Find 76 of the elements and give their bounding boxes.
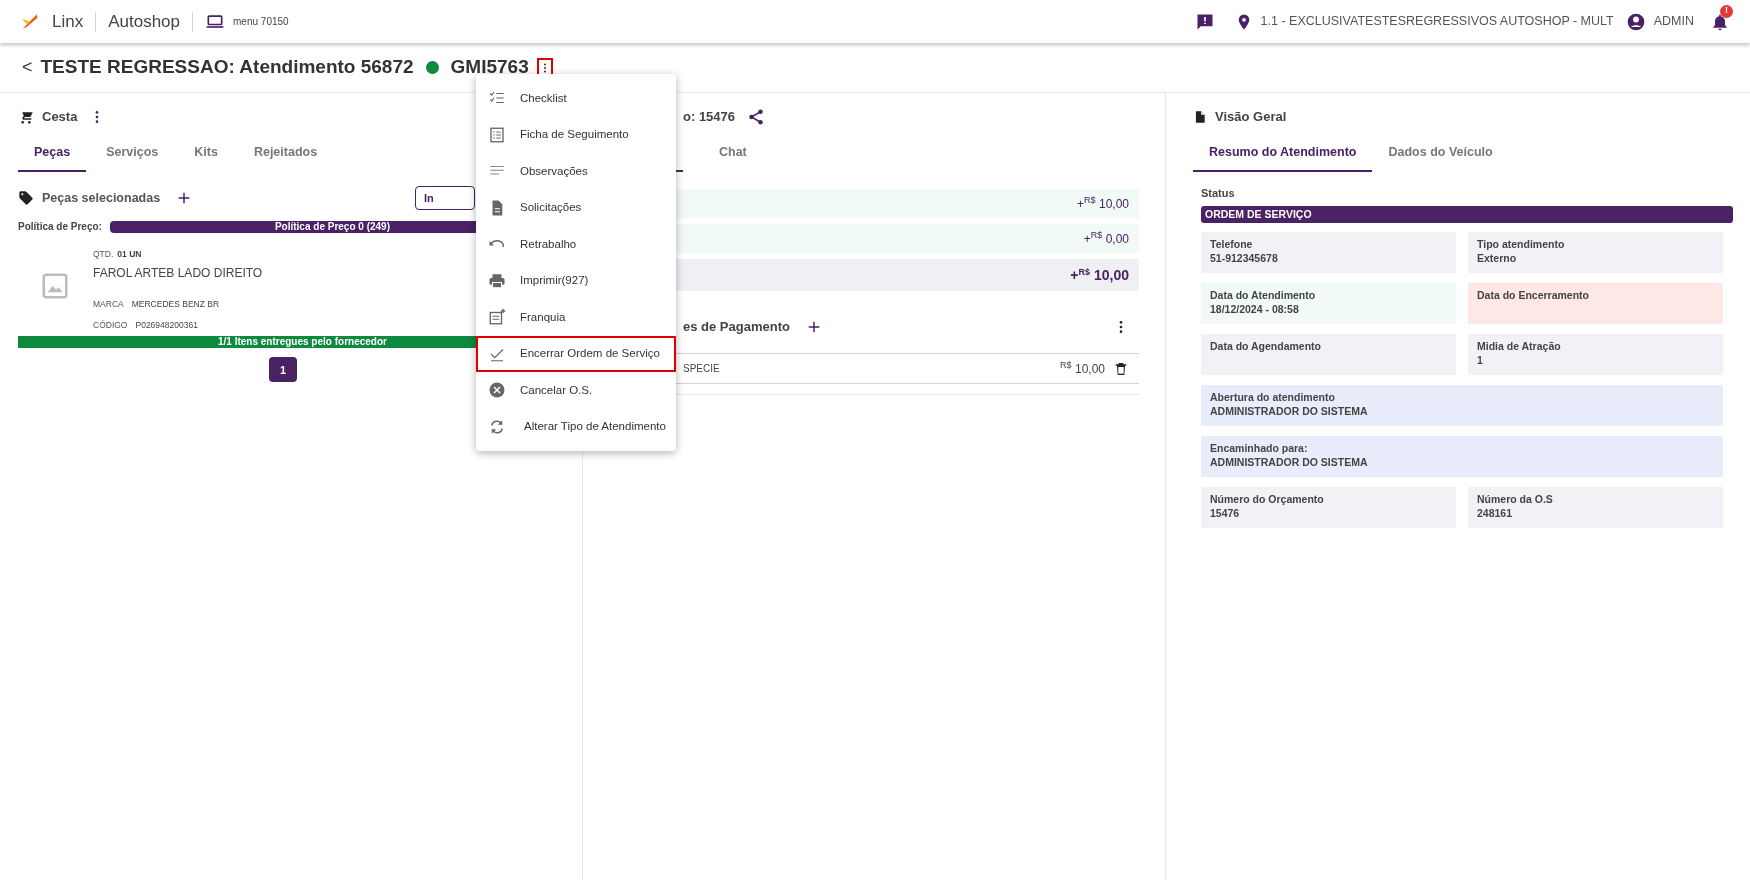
field-value: 248161 (1477, 506, 1514, 520)
field-label: Encaminhado para: (1210, 441, 1309, 455)
field-value: ADMINISTRADOR DO SISTEMA (1210, 455, 1369, 469)
page-button[interactable]: 1 (269, 357, 297, 383)
cart-icon (18, 109, 34, 125)
field-label: QTD. (93, 248, 114, 261)
tab[interactable]: Dados do Veículo (1372, 134, 1509, 172)
section-title: es de Pagamento (683, 318, 790, 337)
payment-method: SPECIE (683, 362, 720, 376)
field-label: Telefone (1210, 237, 1254, 251)
document-icon (1193, 109, 1207, 125)
trash-icon[interactable] (1113, 360, 1129, 377)
amount: +$^{R$}$ 0,00 (1083, 229, 1129, 248)
list-icon (488, 125, 506, 144)
menu-item[interactable]: Encerrar Ordem de Serviço (476, 335, 676, 372)
cancel-icon (488, 381, 506, 400)
product-name: Autoshop (108, 10, 181, 33)
menu-item[interactable]: Ficha de Seguimento (476, 116, 676, 153)
field-value: 1 (1477, 353, 1484, 367)
field-value: MERCEDES BENZ BR (131, 297, 220, 311)
field-value: 51-912345678 (1210, 251, 1279, 265)
tab[interactable]: Kits (178, 134, 234, 172)
amount: +$^{R$}$ 10,00 (1070, 265, 1129, 285)
image-placeholder-icon (40, 271, 70, 301)
delivery-status-bar: 1/1 Itens entregues pelo fornecedor (18, 336, 478, 349)
field-label: Política de Preço: (18, 220, 102, 234)
printer-icon (488, 271, 506, 290)
menu-item[interactable]: Franquia (476, 299, 676, 336)
store-location[interactable]: 1.1 - EXCLUSIVATESTESREGRESSIVOS AUTOSHOP - MULT (1260, 12, 1614, 31)
field-label: Status (1201, 186, 1236, 201)
field-label: CÓDIGO (93, 318, 128, 332)
tab[interactable]: Resumo do Atendimento (1193, 134, 1373, 172)
menu-item[interactable]: Checklist (476, 80, 676, 117)
note-add-icon (488, 308, 506, 327)
field-label: Data do Encerramento (1477, 288, 1591, 302)
vehicle-plate: GMI5763 (450, 55, 529, 80)
account-icon[interactable] (1625, 11, 1646, 32)
tab[interactable]: Rejeitados (237, 134, 334, 172)
back-button[interactable]: < (22, 54, 33, 81)
tag-icon (18, 190, 34, 206)
menu-code: menu 70150 (233, 15, 289, 29)
menu-item[interactable]: Cancelar O.S. (476, 372, 676, 409)
brand-name: Linx (52, 10, 84, 33)
menu-item[interactable]: Imprimir(927) (476, 262, 676, 299)
field-label: Data do Atendimento (1210, 288, 1317, 302)
field-label: Midia de Atração (1477, 339, 1562, 353)
amount: +$^{R$}$ 10,00 (1077, 194, 1129, 213)
item-name: FAROL ARTEB LADO DIREITO (93, 264, 263, 282)
field-label: Data do Agendamento (1210, 339, 1323, 353)
notification-badge: ! (1720, 4, 1733, 18)
menu-item[interactable]: Alterar Tipo de Atendimento (476, 408, 676, 445)
status-bar: ORDEM DE SERVIÇO (1201, 205, 1733, 223)
tab[interactable]: Serviços (90, 134, 175, 172)
field-value: 15476 (1210, 506, 1241, 520)
field-label: Número da O.S (1477, 492, 1554, 506)
field-label: Tipo atendimento (1477, 237, 1566, 251)
field-value: Externo (1477, 251, 1518, 265)
add-button[interactable]: In (415, 186, 475, 210)
menu-item[interactable]: Observações (476, 153, 676, 190)
page-title: TESTE REGRESSAO: Atendimento 56872 (40, 55, 414, 80)
field-value: ADMINISTRADOR DO SISTEMA (1210, 404, 1369, 418)
panel-title: o: 15476 (683, 108, 736, 127)
panel-title: Visão Geral (1215, 108, 1287, 127)
user-name[interactable]: ADMIN (1653, 12, 1694, 31)
tab[interactable]: Chat (703, 134, 763, 172)
field-label: Número do Orçamento (1210, 492, 1325, 506)
field-value: P026948200361 (135, 318, 198, 332)
share-icon[interactable] (747, 108, 766, 126)
field-label: Abertura do atendimento (1210, 390, 1336, 404)
field-value: 18/12/2024 - 08:58 (1210, 302, 1300, 316)
field-value: 01 UN (117, 248, 142, 261)
amount: $^{R$}$ 10,00 (1060, 359, 1105, 378)
field-label: MARCA (93, 297, 124, 311)
panel-title: Cesta (42, 108, 78, 127)
section-title: Peças selecionadas (42, 189, 161, 207)
tab[interactable]: Peças (18, 134, 87, 172)
